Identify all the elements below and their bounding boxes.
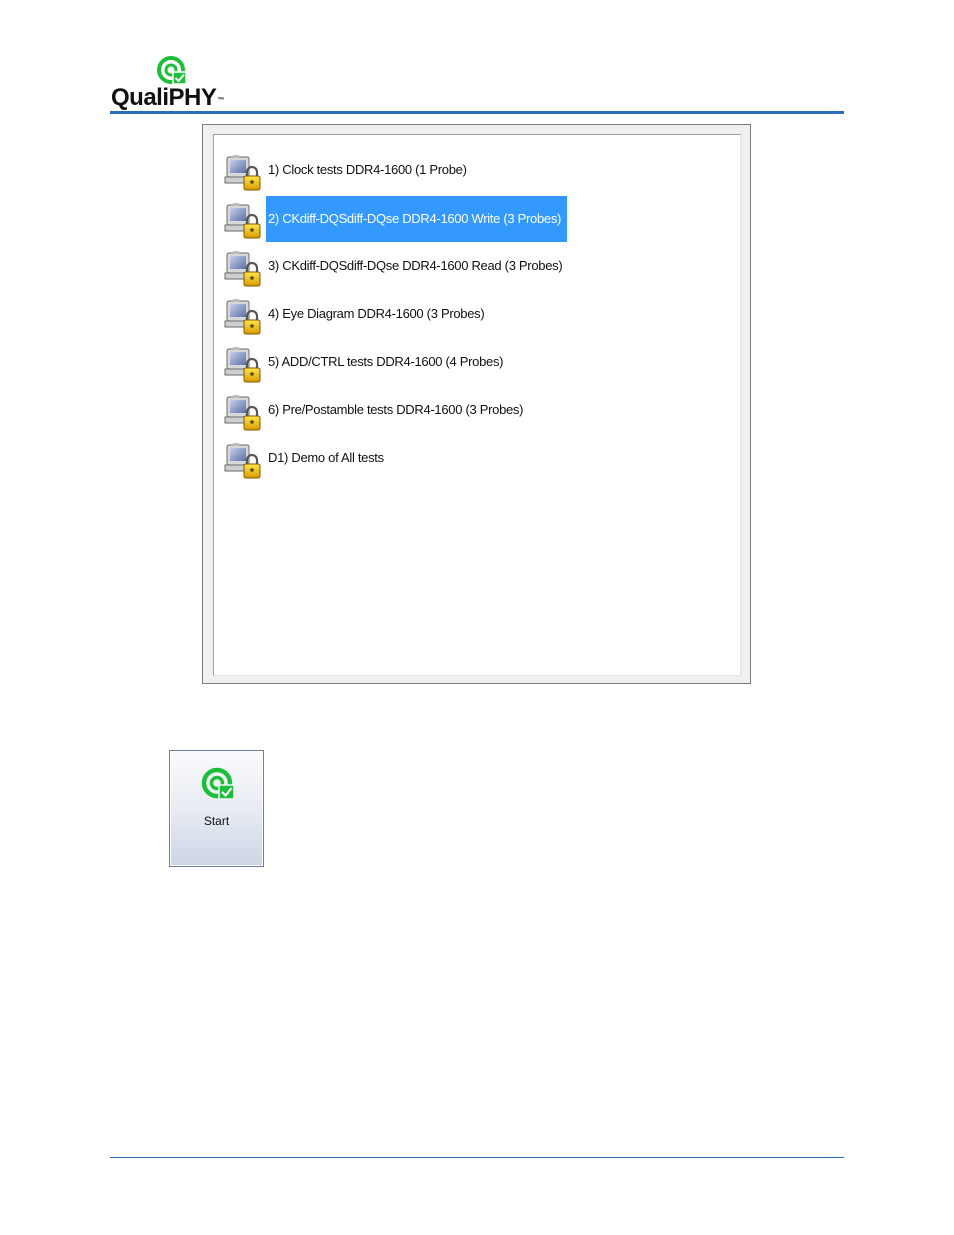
locked-computer-icon: [224, 152, 264, 192]
start-button-label: Start: [203, 814, 230, 828]
locked-computer-icon: [224, 296, 264, 336]
trademark-mark: ™: [217, 97, 224, 104]
test-list-item[interactable]: D1) Demo of All tests: [214, 436, 734, 480]
qualiphy-start-icon: [201, 767, 235, 800]
test-list-item-label: D1) Demo of All tests: [268, 450, 384, 465]
locked-computer-icon: [224, 440, 264, 480]
test-list-item[interactable]: 4) Eye Diagram DDR4-1600 (3 Probes): [214, 292, 734, 336]
test-list-item-label: 1) Clock tests DDR4-1600 (1 Probe): [268, 162, 467, 177]
test-list-item[interactable]: 2) CKdiff-DQSdiff-DQse DDR4-1600 Write (…: [214, 196, 734, 242]
footer-rule: [110, 1157, 844, 1158]
start-button[interactable]: Start: [169, 750, 264, 867]
test-list-item-label: 2) CKdiff-DQSdiff-DQse DDR4-1600 Write (…: [266, 196, 568, 242]
header-rule: [110, 111, 844, 114]
qualiphy-logo: QualiPHY™: [111, 55, 251, 111]
test-list-item-label: 3) CKdiff-DQSdiff-DQse DDR4-1600 Read (3…: [268, 258, 563, 273]
test-list[interactable]: 1) Clock tests DDR4-1600 (1 Probe) 2) CK…: [213, 134, 741, 676]
locked-computer-icon: [224, 344, 264, 384]
test-list-item[interactable]: 6) Pre/Postamble tests DDR4-1600 (3 Prob…: [214, 388, 734, 432]
test-list-item[interactable]: 1) Clock tests DDR4-1600 (1 Probe): [214, 148, 734, 192]
test-list-item-label: 5) ADD/CTRL tests DDR4-1600 (4 Probes): [268, 354, 504, 369]
qualiphy-logo-icon: [157, 56, 187, 85]
test-list-panel: 1) Clock tests DDR4-1600 (1 Probe) 2) CK…: [202, 124, 751, 684]
logo-wordmark: QualiPHY™: [111, 85, 224, 111]
locked-computer-icon: [224, 200, 264, 240]
logo-text: QualiPHY: [111, 84, 217, 111]
test-list-item[interactable]: 5) ADD/CTRL tests DDR4-1600 (4 Probes): [214, 340, 734, 384]
test-list-item[interactable]: 3) CKdiff-DQSdiff-DQse DDR4-1600 Read (3…: [214, 244, 734, 288]
test-list-item-label: 6) Pre/Postamble tests DDR4-1600 (3 Prob…: [268, 402, 524, 417]
locked-computer-icon: [224, 392, 264, 432]
test-list-item-label: 4) Eye Diagram DDR4-1600 (3 Probes): [268, 306, 485, 321]
locked-computer-icon: [224, 248, 264, 288]
